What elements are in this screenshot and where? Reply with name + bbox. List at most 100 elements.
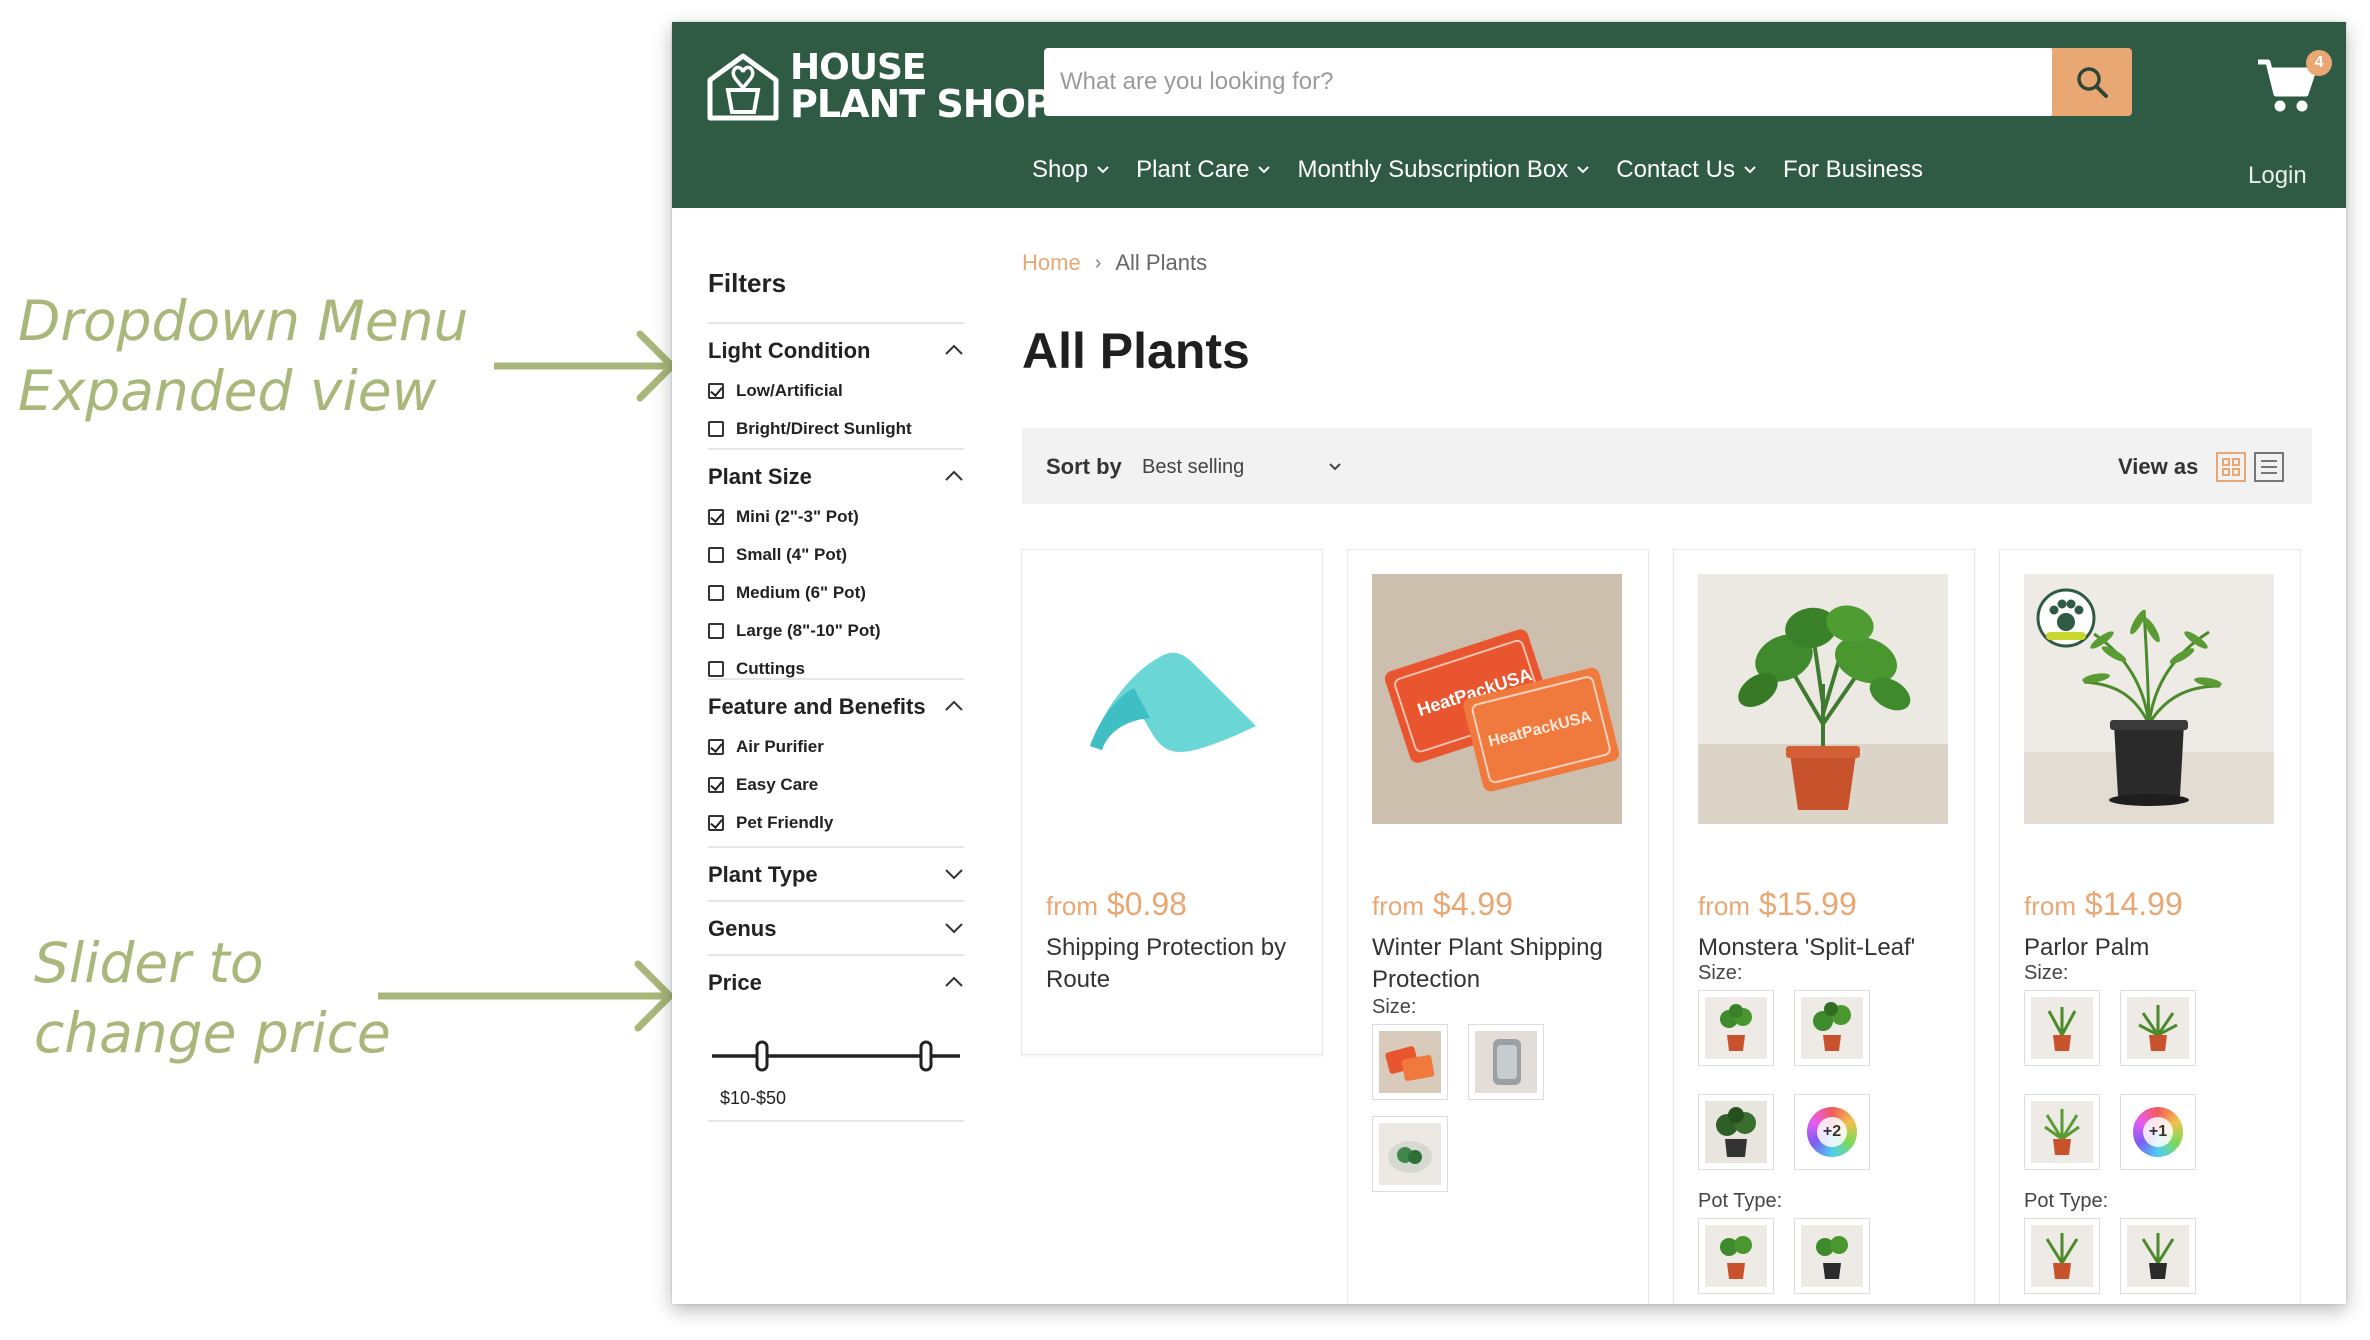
checkbox-checked[interactable]	[708, 815, 724, 831]
nav-plant-care[interactable]: Plant Care	[1136, 156, 1271, 184]
chevron-down-icon	[1577, 166, 1589, 174]
price-slider[interactable]	[708, 1026, 964, 1086]
pot-type-swatch[interactable]	[2120, 1218, 2196, 1294]
filter-price-header[interactable]: Price	[708, 956, 964, 1004]
filter-genus-header[interactable]: Genus	[708, 902, 964, 950]
plant-swatch-image	[1801, 1225, 1863, 1287]
filter-option-label: Easy Care	[736, 775, 819, 794]
size-swatch[interactable]	[2024, 990, 2100, 1066]
filter-option-air-purifier[interactable]: Air Purifier	[708, 728, 964, 766]
filter-option-pet-friendly[interactable]: Pet Friendly	[708, 804, 964, 842]
nav-contact-us-label: Contact Us	[1616, 156, 1735, 183]
sort-bar: Sort by Best selling View as	[1022, 428, 2312, 504]
size-label: Size:	[2024, 962, 2069, 984]
price-slider-min-handle[interactable]	[755, 1040, 769, 1072]
filter-option-medium[interactable]: Medium (6" Pot)	[708, 574, 964, 612]
product-card[interactable]: from $14.99 Parlor Palm Size: +1 Pot Typ…	[2000, 550, 2300, 1304]
logo-line1: HOUSE	[790, 47, 926, 88]
checkbox-unchecked[interactable]	[708, 585, 724, 601]
size-swatch[interactable]	[1372, 1024, 1448, 1100]
checkbox-checked[interactable]	[708, 777, 724, 793]
filter-features-header[interactable]: Feature and Benefits	[708, 680, 964, 728]
product-card[interactable]: HeatPackUSA HeatPackUSA from $4.99 Winte…	[1348, 550, 1648, 1304]
search-input[interactable]	[1044, 48, 2044, 116]
filter-option-easy-care[interactable]: Easy Care	[708, 766, 964, 804]
product-image[interactable]	[2024, 574, 2274, 824]
product-card[interactable]: from $15.99 Monstera 'Split-Leaf' Size: …	[1674, 550, 1974, 1304]
product-image[interactable]	[1698, 574, 1948, 824]
more-options-swatch[interactable]: +1	[2120, 1094, 2196, 1170]
filter-size-title: Plant Size	[708, 464, 812, 489]
size-swatch[interactable]	[1468, 1024, 1544, 1100]
product-name[interactable]: Shipping Protection by Route	[1046, 932, 1306, 996]
sort-select[interactable]: Best selling	[1142, 456, 1244, 479]
checkbox-checked[interactable]	[708, 739, 724, 755]
list-view-icon[interactable]	[2254, 452, 2284, 482]
nav-contact-us[interactable]: Contact Us	[1616, 156, 1757, 184]
product-image[interactable]: HeatPackUSA HeatPackUSA	[1372, 574, 1622, 824]
palm-swatch-image	[2031, 1225, 2093, 1287]
filter-option-label: Pet Friendly	[736, 813, 834, 832]
filter-size-header[interactable]: Plant Size	[708, 450, 964, 498]
palm-swatch-image	[2127, 1225, 2189, 1287]
size-swatch[interactable]	[1698, 1094, 1774, 1170]
annotation-dropdown: Dropdown Menu Expanded view	[18, 286, 468, 426]
bag-swatch-image	[1379, 1123, 1441, 1185]
login-link[interactable]: Login	[2248, 162, 2307, 190]
filter-light-condition: Light Condition Low/Artificial Bright/Di…	[708, 322, 964, 448]
filter-type-header[interactable]: Plant Type	[708, 848, 964, 896]
filter-features-title: Feature and Benefits	[708, 694, 926, 719]
filter-genus-title: Genus	[708, 916, 777, 941]
size-swatch[interactable]	[1698, 990, 1774, 1066]
price-range-value: $10-$50	[720, 1088, 787, 1108]
heatpack-swatch-image	[1379, 1031, 1441, 1093]
filter-option-small[interactable]: Small (4" Pot)	[708, 536, 964, 574]
more-options-count: +2	[1817, 1117, 1847, 1147]
logo-text: HOUSE PLANT SHOP	[790, 47, 1053, 124]
product-name[interactable]: Winter Plant Shipping Protection	[1372, 932, 1632, 996]
product-name[interactable]: Monstera 'Split-Leaf'	[1698, 932, 1958, 964]
checkbox-unchecked[interactable]	[708, 661, 724, 677]
grid-view-icon[interactable]	[2216, 452, 2246, 482]
nav-subscription-box-label: Monthly Subscription Box	[1297, 156, 1569, 183]
nav-for-business[interactable]: For Business	[1783, 156, 1923, 184]
checkbox-unchecked[interactable]	[708, 547, 724, 563]
product-price: from $0.98	[1046, 886, 1187, 923]
plant-swatch-image	[1705, 1225, 1767, 1287]
product-name[interactable]: Parlor Palm	[2024, 932, 2284, 964]
filter-features: Feature and Benefits Air Purifier Easy C…	[708, 678, 964, 842]
filter-option-mini[interactable]: Mini (2"-3" Pot)	[708, 498, 964, 536]
chevron-down-icon[interactable]	[1328, 462, 1342, 472]
size-swatch[interactable]	[1372, 1116, 1448, 1192]
more-options-swatch[interactable]: +2	[1794, 1094, 1870, 1170]
pot-type-swatch[interactable]	[1794, 1218, 1870, 1294]
chevron-down-icon	[1744, 166, 1756, 174]
breadcrumb-home[interactable]: Home	[1022, 250, 1081, 276]
color-wheel-icon: +2	[1807, 1107, 1857, 1157]
checkbox-unchecked[interactable]	[708, 421, 724, 437]
checkbox-unchecked[interactable]	[708, 623, 724, 639]
pot-type-swatch[interactable]	[2024, 1218, 2100, 1294]
filter-light-header[interactable]: Light Condition	[708, 324, 964, 372]
filter-option-low-artificial[interactable]: Low/Artificial	[708, 372, 964, 410]
chevron-down-icon	[1258, 166, 1271, 174]
filter-option-label: Large (8"-10" Pot)	[736, 621, 881, 640]
size-swatch[interactable]	[2120, 990, 2196, 1066]
nav-plant-care-label: Plant Care	[1136, 156, 1250, 183]
search-bar	[1044, 48, 2054, 116]
palm-swatch-image	[2127, 997, 2189, 1059]
logo[interactable]: HOUSE PLANT SHOP	[704, 46, 1053, 126]
nav-shop[interactable]: Shop	[1032, 156, 1110, 184]
checkbox-checked[interactable]	[708, 509, 724, 525]
size-swatch[interactable]	[1794, 990, 1870, 1066]
checkbox-checked[interactable]	[708, 383, 724, 399]
product-image[interactable]	[1046, 574, 1296, 824]
filter-option-large[interactable]: Large (8"-10" Pot)	[708, 612, 964, 650]
nav-subscription-box[interactable]: Monthly Subscription Box	[1297, 156, 1590, 184]
price-slider-max-handle[interactable]	[919, 1040, 933, 1072]
product-card[interactable]: from $0.98 Shipping Protection by Route	[1022, 550, 1322, 1054]
size-swatch[interactable]	[2024, 1094, 2100, 1170]
filter-option-bright-sunlight[interactable]: Bright/Direct Sunlight	[708, 410, 964, 448]
search-button[interactable]	[2052, 48, 2132, 116]
pot-type-swatch[interactable]	[1698, 1218, 1774, 1294]
